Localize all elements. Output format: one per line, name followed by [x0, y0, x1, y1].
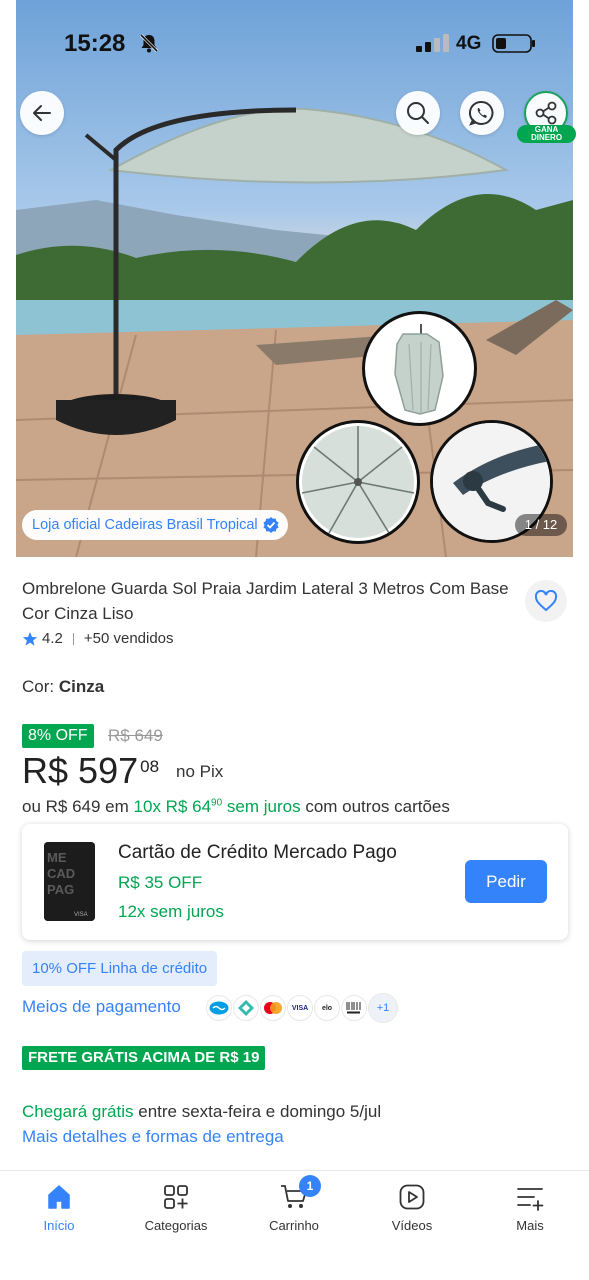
price-currency: R$ [22, 750, 69, 791]
nav-more-label: Mais [516, 1218, 544, 1233]
pix-label: no Pix [176, 762, 224, 781]
free-shipping-badge: FRETE GRÁTIS ACIMA DE R$ 19 [22, 1046, 266, 1070]
more-payment-methods[interactable]: +1 [368, 993, 398, 1023]
network-type: 4G [456, 33, 482, 54]
back-button[interactable] [20, 91, 64, 135]
card-offer-installments: 12x sem juros [118, 902, 224, 921]
menu-icon [517, 1188, 544, 1211]
svg-text:CAD: CAD [47, 866, 75, 881]
credit-card-offer[interactable]: ME CAD PAG VISA Cartão de Crédito Mercad… [22, 824, 568, 940]
price-integer: 597 [78, 750, 139, 791]
arrival-info: Chegará grátis entre sexta-feira e domin… [22, 1102, 381, 1122]
star-icon [22, 631, 38, 646]
svg-text:ME: ME [47, 850, 67, 865]
verified-icon [263, 517, 279, 533]
gana-dinero-badge: GANA DINERO [517, 125, 576, 143]
svg-text:VISA: VISA [74, 912, 88, 918]
divider [72, 632, 74, 645]
nav-categories-label: Categorias [144, 1218, 208, 1233]
color-label: Cor: [22, 677, 55, 696]
nav-categories[interactable]: Categorias [126, 1183, 226, 1243]
install-suffix: com outros cartões [305, 797, 450, 816]
nav-videos[interactable]: Vídeos [362, 1183, 462, 1243]
video-icon [399, 1184, 425, 1210]
arrow-left-icon [33, 105, 51, 121]
detail-umbrella-ribs [296, 420, 420, 544]
discount-badge: 8% OFF [22, 724, 94, 748]
visa-icon: VISA [287, 995, 313, 1021]
whatsapp-share-button[interactable] [460, 91, 504, 135]
rating-row[interactable]: 4.2 +50 vendidos [22, 630, 174, 647]
bell-muted-icon [139, 33, 159, 53]
nav-cart[interactable]: 1 Carrinho [244, 1175, 344, 1243]
card-offer-title: Cartão de Crédito Mercado Pago [118, 842, 397, 863]
status-time: 15:28 [64, 30, 126, 57]
credit-line-badge[interactable]: 10% OFF Linha de crédito [22, 951, 218, 986]
bottom-navigation: Início Categorias 1 Carrinho Vídeos Mais [0, 1170, 589, 1280]
arrival-free: Chegará grátis [22, 1102, 134, 1121]
categories-icon [164, 1185, 188, 1209]
pix-icon [233, 995, 259, 1021]
nav-home-label: Início [43, 1218, 75, 1233]
nav-videos-label: Vídeos [391, 1218, 433, 1233]
whatsapp-icon [468, 100, 494, 126]
payment-methods-link[interactable]: Meios de pagamento [22, 997, 181, 1017]
favorite-button[interactable] [525, 580, 567, 622]
request-card-button[interactable]: Pedir [465, 860, 547, 903]
color-selector[interactable]: Cor: Cinza [22, 677, 104, 697]
boleto-icon [341, 995, 367, 1021]
detail-closed-umbrella [362, 311, 477, 426]
payment-icons[interactable]: VISA elo +1 [206, 993, 399, 1023]
share-icon [535, 101, 557, 125]
nav-more[interactable]: Mais [480, 1183, 580, 1243]
rating-value: 4.2 [42, 630, 63, 647]
store-label: Loja oficial Cadeiras Brasil Tropical [32, 517, 258, 533]
cart-count-badge: 1 [299, 1175, 321, 1197]
heart-icon [534, 590, 558, 612]
color-value: Cinza [58, 677, 105, 696]
mercado-pago-icon [206, 995, 232, 1021]
official-store-badge[interactable]: Loja oficial Cadeiras Brasil Tropical [22, 510, 288, 540]
image-counter: 1 / 12 [515, 514, 567, 536]
install-prefix: ou R$ 649 em [22, 797, 129, 816]
nav-cart-label: Carrinho [269, 1218, 319, 1233]
nav-home[interactable]: Início [9, 1183, 109, 1243]
arrival-dates: entre sexta-feira e domingo 5/jul [138, 1102, 382, 1121]
svg-text:PAG: PAG [47, 882, 74, 897]
current-price: R$ 597 08 [22, 750, 159, 792]
delivery-details-link[interactable]: Mais detalhes e formas de entrega [22, 1127, 284, 1147]
signal-icon [416, 34, 449, 52]
mastercard-icon [260, 995, 286, 1021]
home-icon [48, 1185, 70, 1209]
product-title: Ombrelone Guarda Sol Praia Jardim Latera… [22, 579, 509, 623]
search-icon [407, 102, 429, 124]
install-interest: sem juros [226, 797, 301, 816]
sold-count: +50 vendidos [83, 630, 174, 647]
install-amount: 10x R$ 6490 [133, 797, 223, 816]
battery-icon [492, 34, 535, 53]
status-bar: 15:28 4G [0, 0, 589, 88]
mercado-pago-card-image: ME CAD PAG VISA [44, 842, 95, 921]
price-cents: 08 [140, 757, 160, 776]
search-button[interactable] [396, 91, 440, 135]
card-offer-discount: R$ 35 OFF [118, 873, 203, 892]
elo-icon: elo [314, 995, 340, 1021]
old-price: R$ 649 [108, 726, 163, 745]
installments-info: ou R$ 649 em 10x R$ 6490 sem juros com o… [22, 797, 450, 817]
